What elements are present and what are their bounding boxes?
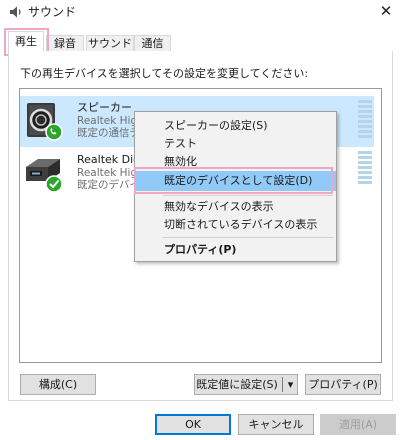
menu-annotation-highlight (134, 167, 333, 194)
close-button[interactable]: ✕ (377, 2, 395, 20)
menu-item-show-disabled[interactable]: 無効なデバイスの表示 (135, 197, 336, 217)
tab-communications[interactable]: 通信 (134, 35, 171, 52)
device-driver: Realtek High (77, 167, 134, 179)
configure-button[interactable]: 構成(C) (20, 374, 96, 395)
split-button-divider (282, 377, 283, 392)
set-default-dropdown-icon[interactable]: ▾ (284, 375, 297, 394)
device-status: 既定の通信デ (77, 127, 134, 139)
instruction-text: 下の再生デバイスを選択してその設定を変更してください: (20, 67, 309, 80)
speaker-app-icon (9, 5, 23, 19)
menu-item-show-disconnected[interactable]: 切断されているデバイスの表示 (135, 215, 336, 235)
ok-button[interactable]: OK (155, 414, 231, 435)
tab-recording[interactable]: 録音 (46, 35, 84, 52)
menu-separator (163, 237, 333, 238)
window-title: サウンド (28, 5, 77, 19)
cancel-button[interactable]: キャンセル (238, 414, 314, 435)
device-status: 既定のデバイ (77, 179, 134, 191)
properties-button[interactable]: プロパティ(P) (305, 374, 381, 395)
device-name: スピーカー (77, 101, 132, 114)
tab-sounds[interactable]: サウンド (86, 35, 134, 52)
menu-item-test[interactable]: テスト (135, 134, 336, 154)
device-driver: Realtek High (77, 115, 134, 127)
menu-item-speaker-settings[interactable]: スピーカーの設定(S) (135, 116, 336, 136)
menu-separator (163, 195, 333, 196)
apply-button[interactable]: 適用(A) (320, 414, 396, 435)
digital-output-device-icon (24, 153, 66, 195)
device-name: Realtek Digit (77, 153, 134, 166)
speaker-device-icon (24, 101, 66, 143)
menu-item-properties[interactable]: プロパティ(P) (135, 240, 336, 260)
